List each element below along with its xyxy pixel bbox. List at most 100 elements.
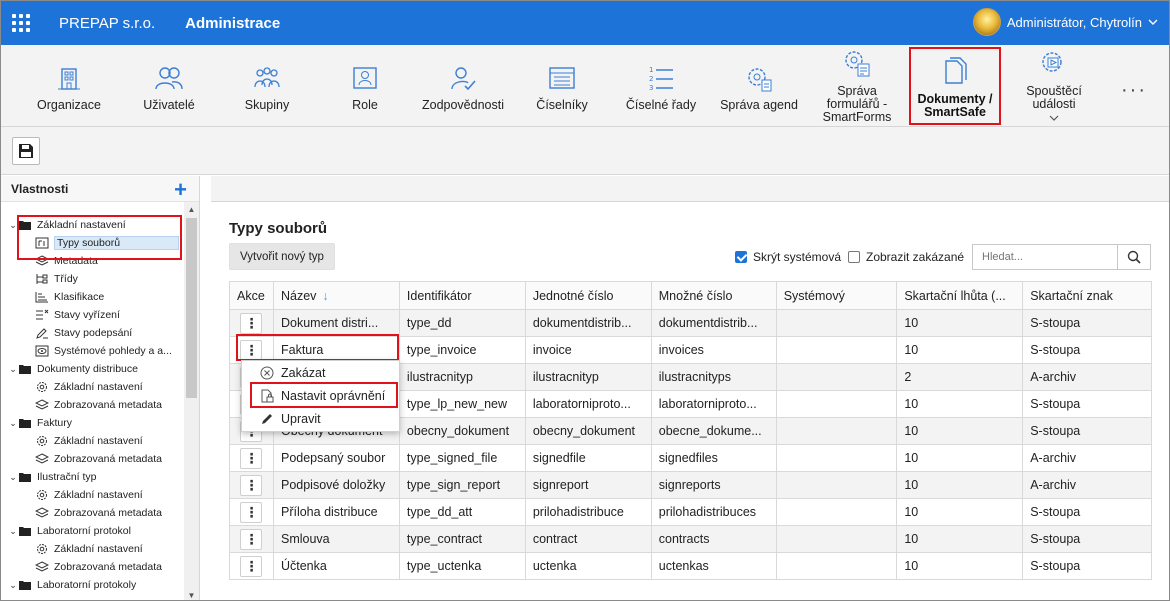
tree-folder[interactable]: ⌄ Laboratorní protokoly xyxy=(1,576,184,594)
ribbon-organizace[interactable]: Organizace xyxy=(28,45,110,127)
actions-cell: ⋮ xyxy=(229,498,274,526)
table-row[interactable]: ⋮ Podepsaný soubor type_signed_file signedf… xyxy=(229,444,1152,472)
table-cell: dokumentdistrib... xyxy=(524,309,652,337)
show-disabled-checkbox[interactable]: Zobrazit zakázané xyxy=(848,250,964,264)
more-icon[interactable]: ··· xyxy=(1121,79,1147,102)
ribbon-sprava-agend[interactable]: Správa agend xyxy=(716,45,802,127)
tree-folder[interactable]: ⌄ Laboratorní protokol xyxy=(1,522,184,540)
ribbon-zodpovednosti[interactable]: Zodpovědnosti xyxy=(415,45,511,127)
column-header: Akce xyxy=(229,281,274,310)
tree-item[interactable]: Základní nastavení xyxy=(1,486,184,504)
tree-item[interactable]: Zobrazovaná metadata xyxy=(1,558,184,576)
table-row[interactable]: ⋮ Smlouva type_contract contract contracts 10… xyxy=(229,525,1152,553)
top-bar: PREPAP s.r.o. Administrace Administrátor… xyxy=(1,1,1169,45)
tree-item[interactable]: Základní nastavení xyxy=(1,540,184,558)
row-actions-button[interactable]: ⋮ xyxy=(240,447,263,469)
chevron-down-icon[interactable]: ⌄ xyxy=(8,526,18,537)
ribbon-role[interactable]: Role xyxy=(333,45,397,127)
table-cell: contracts xyxy=(650,525,777,553)
column-header-name[interactable]: Název ↓ xyxy=(272,281,400,310)
menu-item-edit[interactable]: Upravit xyxy=(242,408,399,430)
column-header[interactable]: Skartační znak xyxy=(1022,281,1152,310)
menu-item-permissions[interactable]: Nastavit oprávnění xyxy=(242,385,399,407)
tree-item[interactable]: Zobrazovaná metadata xyxy=(1,396,184,414)
tree-item[interactable]: Klasifikace xyxy=(1,288,184,306)
table-cell: S-stoupa xyxy=(1022,552,1152,580)
ribbon-label: Uživatelé xyxy=(143,98,195,112)
table-row[interactable]: ⋮ Příloha distribuce type_dd_att prilohadis… xyxy=(229,498,1152,526)
ribbon-ciselniky[interactable]: Číselníky xyxy=(525,45,599,127)
chevron-down-icon[interactable]: ⌄ xyxy=(8,418,18,429)
ribbon-dokumenty[interactable]: Dokumenty / SmartSafe xyxy=(909,47,1001,125)
tree-item[interactable]: Stavy vyřízení xyxy=(1,306,184,324)
table-cell: Podpisové doložky xyxy=(272,471,400,499)
chevron-down-icon[interactable]: ⌄ xyxy=(8,220,18,231)
tree-item[interactable]: Třídy xyxy=(1,270,184,288)
menu-item-disable[interactable]: Zakázat xyxy=(242,362,399,384)
sidebar-scrollbar[interactable]: ▲ ▼ xyxy=(184,202,199,600)
tree-item[interactable]: Metadata xyxy=(1,252,184,270)
hide-system-checkbox[interactable]: Skrýt systémová xyxy=(735,250,841,264)
ribbon-ciselne-rady[interactable]: 123 Číselné řady xyxy=(615,45,707,127)
tree-item[interactable]: Zobrazovaná metadata xyxy=(1,450,184,468)
tree-folder[interactable]: ⌄ Základní nastavení xyxy=(1,216,184,234)
tree-item-label: Dokumenty distribuce xyxy=(37,363,138,375)
chevron-down-icon xyxy=(1148,19,1158,25)
tree-icon xyxy=(35,273,49,285)
ribbon-uzivatele[interactable]: Uživatelé xyxy=(129,45,209,127)
row-actions-button[interactable]: ⋮ xyxy=(240,339,263,361)
column-header[interactable]: Množné číslo xyxy=(650,281,777,310)
save-button[interactable] xyxy=(12,137,40,165)
sidebar-header: Vlastnosti + xyxy=(1,176,199,202)
ribbon-label: Číselníky xyxy=(536,98,588,112)
tree-item[interactable]: Systémové pohledy a a... xyxy=(1,342,184,360)
app-window: PREPAP s.r.o. Administrace Administrátor… xyxy=(0,0,1170,601)
tree-item[interactable]: Zobrazovaná metadata xyxy=(1,504,184,522)
table-row[interactable]: ⋮ Účtenka type_uctenka uctenka uctenkas 10 S-s… xyxy=(229,552,1152,580)
table-cell: ilustracnityp xyxy=(398,363,526,391)
actions-cell: ⋮ xyxy=(229,525,274,553)
sort-down-icon: ↓ xyxy=(322,288,329,303)
chevron-down-icon[interactable]: ⌄ xyxy=(8,364,18,375)
tree-folder[interactable]: ⌄ Dokumenty distribuce xyxy=(1,360,184,378)
column-header[interactable]: Skartační lhůta (... xyxy=(896,281,1024,310)
tree-item[interactable]: Stavy podepsání xyxy=(1,324,184,342)
scroll-thumb[interactable] xyxy=(186,218,197,398)
create-type-button[interactable]: Vytvořit nový typ xyxy=(229,243,335,270)
ribbon-skupiny[interactable]: Skupiny xyxy=(229,45,305,127)
company-name[interactable]: PREPAP s.r.o. xyxy=(59,15,155,32)
tree-item[interactable]: Typy souborů xyxy=(1,234,184,252)
column-header[interactable]: Jednotné číslo xyxy=(524,281,652,310)
table-cell: S-stoupa xyxy=(1022,498,1152,526)
user-menu[interactable]: Administrátor, Chytrolín xyxy=(972,8,1159,36)
app-launcher-button[interactable] xyxy=(1,1,41,45)
add-icon[interactable]: + xyxy=(174,177,187,203)
chevron-down-icon[interactable]: ⌄ xyxy=(8,472,18,483)
ribbon-sprava-formularu[interactable]: Správa formulářů - SmartForms xyxy=(813,45,901,127)
column-header[interactable]: Identifikátor xyxy=(398,281,526,310)
scroll-down-icon[interactable]: ▼ xyxy=(184,588,199,600)
row-actions-button[interactable]: ⋮ xyxy=(240,555,263,577)
row-actions-button[interactable]: ⋮ xyxy=(240,312,263,334)
ribbon-spousteci-udalosti[interactable]: Spouštěcí události xyxy=(1013,45,1095,127)
tree-folder[interactable]: ⌄ Ilustrační typ xyxy=(1,468,184,486)
row-actions-button[interactable]: ⋮ xyxy=(240,528,263,550)
scroll-up-icon[interactable]: ▲ xyxy=(184,202,199,216)
column-header[interactable]: Systémový xyxy=(775,281,898,310)
search-button[interactable] xyxy=(1117,244,1151,270)
table-row[interactable]: ⋮ Dokument distri... type_dd dokumentdistri… xyxy=(229,309,1152,337)
tree-item-label: Zobrazovaná metadata xyxy=(54,453,162,465)
avatar xyxy=(972,8,1001,36)
table-cell: invoices xyxy=(650,336,777,364)
menu-item-label: Nastavit oprávnění xyxy=(281,389,386,403)
tree-item[interactable]: Základní nastavení xyxy=(1,432,184,450)
table-cell: 10 xyxy=(896,552,1024,580)
chevron-down-icon[interactable]: ⌄ xyxy=(8,580,18,591)
numbered-list-icon: 123 xyxy=(649,66,673,92)
table-row[interactable]: ⋮ Podpisové doložky type_sign_report signre… xyxy=(229,471,1152,499)
search-input[interactable] xyxy=(972,244,1118,270)
tree-folder[interactable]: ⌄ Faktury xyxy=(1,414,184,432)
row-actions-button[interactable]: ⋮ xyxy=(240,474,263,496)
tree-item[interactable]: Základní nastavení xyxy=(1,378,184,396)
row-actions-button[interactable]: ⋮ xyxy=(240,501,263,523)
